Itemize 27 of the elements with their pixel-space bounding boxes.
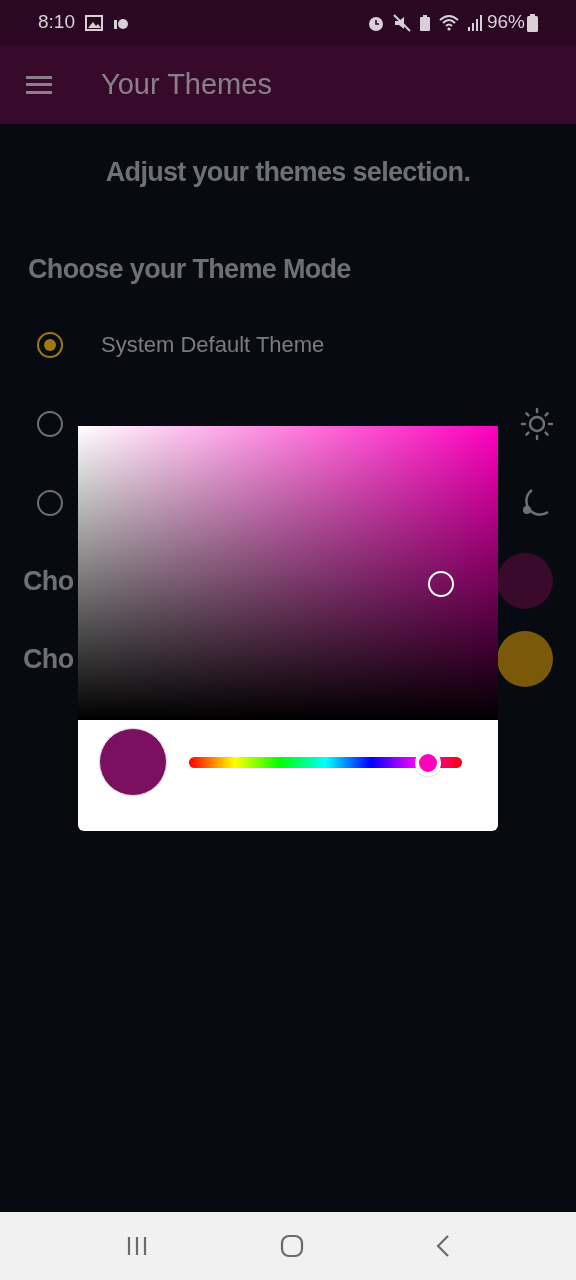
home-button[interactable]	[280, 1234, 304, 1258]
mute-icon	[392, 13, 411, 32]
recent-apps-button[interactable]	[126, 1236, 148, 1256]
intro-text: Adjust your themes selection.	[104, 156, 472, 189]
radio-button[interactable]	[37, 331, 63, 358]
radio-button[interactable]	[37, 410, 63, 437]
battery-icon	[527, 13, 538, 32]
section-heading: Cho	[23, 564, 74, 598]
section-heading: Choose your Theme Mode	[28, 252, 352, 286]
menu-button[interactable]	[26, 75, 52, 94]
clock: 8:10	[38, 10, 75, 35]
color-swatch[interactable]	[497, 553, 553, 609]
section-heading: Cho	[23, 642, 74, 676]
image-icon	[85, 14, 103, 31]
back-button[interactable]	[436, 1234, 450, 1258]
signal-icon	[466, 13, 483, 32]
moon-icon	[520, 487, 550, 518]
option-label: System Default Theme	[101, 331, 325, 359]
battery-percentage: 96%	[486, 10, 525, 35]
picker-cursor[interactable]	[428, 571, 454, 597]
screen-title: Your Themes	[101, 66, 272, 102]
battery-saver-icon	[418, 13, 431, 32]
saturation-value-area[interactable]	[78, 426, 498, 720]
radio-button[interactable]	[37, 489, 63, 516]
color-swatch[interactable]	[497, 631, 553, 687]
sun-icon	[520, 406, 554, 441]
wifi-icon	[438, 13, 461, 32]
